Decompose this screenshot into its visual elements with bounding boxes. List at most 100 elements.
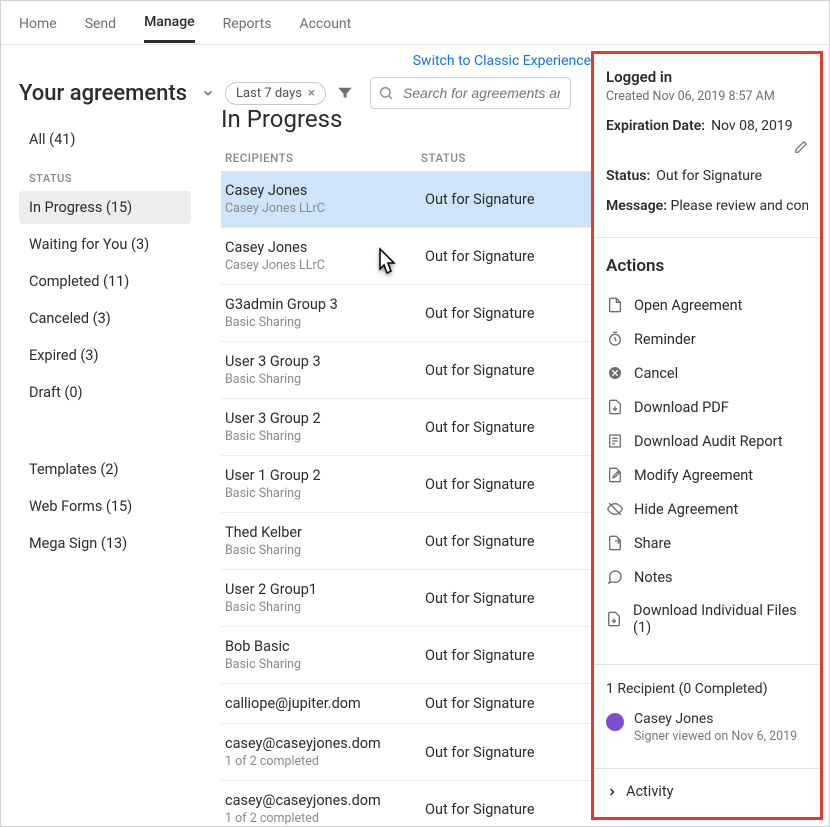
row-status: Out for Signature bbox=[425, 248, 587, 265]
recipient-name: casey@caseyjones.dom bbox=[225, 735, 425, 752]
chevron-right-icon bbox=[606, 786, 618, 798]
action-open-agreement[interactable]: Open Agreement bbox=[606, 288, 808, 322]
divider bbox=[594, 664, 820, 665]
action-label: Download Audit Report bbox=[634, 433, 783, 450]
table-row[interactable]: Bob BasicBasic SharingOut for Signature bbox=[221, 627, 591, 684]
action-cancel[interactable]: Cancel bbox=[606, 356, 808, 390]
nav-manage[interactable]: Manage bbox=[144, 2, 195, 43]
table-header: RECIPIENTS STATUS bbox=[221, 151, 591, 171]
sidebar-item-canceled[interactable]: Canceled (3) bbox=[19, 302, 191, 335]
row-status: Out for Signature bbox=[425, 695, 587, 712]
clock-icon bbox=[606, 330, 624, 348]
edit-icon[interactable] bbox=[794, 140, 808, 154]
date-filter-chip[interactable]: Last 7 days × bbox=[225, 82, 326, 105]
chevron-down-icon[interactable] bbox=[201, 86, 215, 100]
recipient-name: G3admin Group 3 bbox=[225, 296, 425, 313]
row-status: Out for Signature bbox=[425, 305, 587, 322]
action-download-pdf[interactable]: Download PDF bbox=[606, 390, 808, 424]
action-download-audit-report[interactable]: Download Audit Report bbox=[606, 424, 808, 458]
nav-reports[interactable]: Reports bbox=[223, 4, 272, 42]
message-value: Please review and complet Logged in. bbox=[671, 198, 809, 214]
row-status: Out for Signature bbox=[425, 362, 587, 379]
sidebar-item-mega-sign[interactable]: Mega Sign (13) bbox=[19, 527, 191, 560]
notes-icon bbox=[606, 568, 624, 586]
row-status: Out for Signature bbox=[425, 647, 587, 664]
action-label: Reminder bbox=[634, 331, 696, 348]
recipient-sub: Basic Sharing bbox=[225, 486, 425, 501]
document-icon bbox=[606, 296, 624, 314]
recipient-name: Casey Jones bbox=[225, 239, 425, 256]
nav-account[interactable]: Account bbox=[299, 4, 351, 42]
table-row[interactable]: Casey Jones Casey Jones LLrCOut for Signa… bbox=[221, 228, 591, 285]
details-panel: Logged in Created Nov 06, 2019 8:57 AM E… bbox=[591, 51, 823, 820]
action-hide-agreement[interactable]: Hide Agreement bbox=[606, 492, 808, 526]
sidebar-item-draft[interactable]: Draft (0) bbox=[19, 376, 191, 409]
page-title: Your agreements bbox=[19, 81, 187, 106]
divider bbox=[594, 237, 820, 238]
recipient-sub: Casey Jones LLrC bbox=[225, 258, 425, 273]
table-row[interactable]: User 3 Group 2 Basic SharingOut for Signa… bbox=[221, 399, 591, 456]
status-value: Out for Signature bbox=[656, 168, 762, 184]
chip-label: Last 7 days bbox=[236, 86, 302, 101]
recipient-name: Casey Jones bbox=[225, 182, 425, 199]
sidebar-item-templates[interactable]: Templates (2) bbox=[19, 453, 191, 486]
row-status: Out for Signature bbox=[425, 590, 587, 607]
expiration-value: Nov 08, 2019 bbox=[711, 118, 793, 134]
download-pdf-icon bbox=[606, 398, 624, 416]
nav-send[interactable]: Send bbox=[85, 4, 116, 42]
table-row[interactable]: Thed KelberBasic SharingOut for Signatur… bbox=[221, 513, 591, 570]
recipient-name: Casey Jones bbox=[634, 711, 797, 727]
cancel-icon bbox=[606, 364, 624, 382]
action-label: Modify Agreement bbox=[634, 467, 753, 484]
hide-icon bbox=[606, 500, 624, 518]
table-row[interactable]: G3admin Group 3Basic SharingOut for Sign… bbox=[221, 285, 591, 342]
sidebar-item-all[interactable]: All (41) bbox=[19, 123, 191, 156]
action-reminder[interactable]: Reminder bbox=[606, 322, 808, 356]
table-row[interactable]: User 2 Group1Basic SharingOut for Signat… bbox=[221, 570, 591, 627]
nav-home[interactable]: Home bbox=[19, 4, 57, 42]
action-share[interactable]: Share bbox=[606, 526, 808, 560]
recipient-sub: Basic Sharing bbox=[225, 657, 425, 672]
sidebar-item-completed[interactable]: Completed (11) bbox=[19, 265, 191, 298]
table-row[interactable]: casey@caseyjones.dom1 of 2 completedOut … bbox=[221, 781, 591, 826]
panel-title: Logged in bbox=[606, 68, 808, 86]
row-status: Out for Signature bbox=[425, 419, 587, 436]
sidebar-item-waiting[interactable]: Waiting for You (3) bbox=[19, 228, 191, 261]
sidebar-item-web-forms[interactable]: Web Forms (15) bbox=[19, 490, 191, 523]
filter-icon[interactable] bbox=[336, 84, 354, 102]
row-status: Out for Signature bbox=[425, 533, 587, 550]
sidebar-status-header: STATUS bbox=[29, 172, 181, 185]
action-label: Download Individual Files (1) bbox=[633, 602, 808, 636]
col-status: STATUS bbox=[421, 151, 591, 165]
search-input[interactable] bbox=[370, 77, 571, 109]
table-row[interactable]: calliope@jupiter.domOut for Signature bbox=[221, 684, 591, 724]
top-nav: Home Send Manage Reports Account bbox=[1, 1, 829, 45]
table-row[interactable]: User 3 Group 3Basic SharingOut for Signa… bbox=[221, 342, 591, 399]
action-label: Notes bbox=[634, 569, 673, 586]
action-download-individual-files-1-[interactable]: Download Individual Files (1) bbox=[606, 594, 808, 644]
action-notes[interactable]: Notes bbox=[606, 560, 808, 594]
recipient-sub: Basic Sharing bbox=[225, 429, 425, 444]
table-row[interactable]: casey@caseyjones.dom1 of 2 completedOut … bbox=[221, 724, 591, 781]
status-label: Status: bbox=[606, 168, 650, 184]
avatar bbox=[606, 713, 624, 731]
message-label: Message: bbox=[606, 198, 667, 214]
search-icon bbox=[378, 85, 394, 101]
recipient-row[interactable]: Casey Jones Signer viewed on Nov 6, 2019 bbox=[606, 707, 808, 748]
recipient-detail: Signer viewed on Nov 6, 2019 bbox=[634, 729, 797, 744]
action-label: Hide Agreement bbox=[634, 501, 738, 518]
action-label: Cancel bbox=[634, 365, 678, 382]
recipient-name: calliope@jupiter.dom bbox=[225, 695, 425, 712]
recipient-name: User 3 Group 2 bbox=[225, 410, 425, 427]
row-status: Out for Signature bbox=[425, 801, 587, 818]
recipient-name: User 2 Group1 bbox=[225, 581, 425, 598]
sidebar: All (41) STATUS In Progress (15) Waiting… bbox=[1, 45, 199, 826]
main-content: In Progress RECIPIENTS STATUS Casey Jone… bbox=[199, 45, 591, 826]
table-row[interactable]: User 1 Group 2Basic SharingOut for Signa… bbox=[221, 456, 591, 513]
close-icon[interactable]: × bbox=[308, 86, 315, 101]
action-modify-agreement[interactable]: Modify Agreement bbox=[606, 458, 808, 492]
table-row[interactable]: Casey JonesCasey Jones LLrCOut for Signa… bbox=[221, 171, 591, 228]
activity-toggle[interactable]: Activity bbox=[606, 769, 808, 800]
sidebar-item-expired[interactable]: Expired (3) bbox=[19, 339, 191, 372]
sidebar-item-in-progress[interactable]: In Progress (15) bbox=[19, 191, 191, 224]
